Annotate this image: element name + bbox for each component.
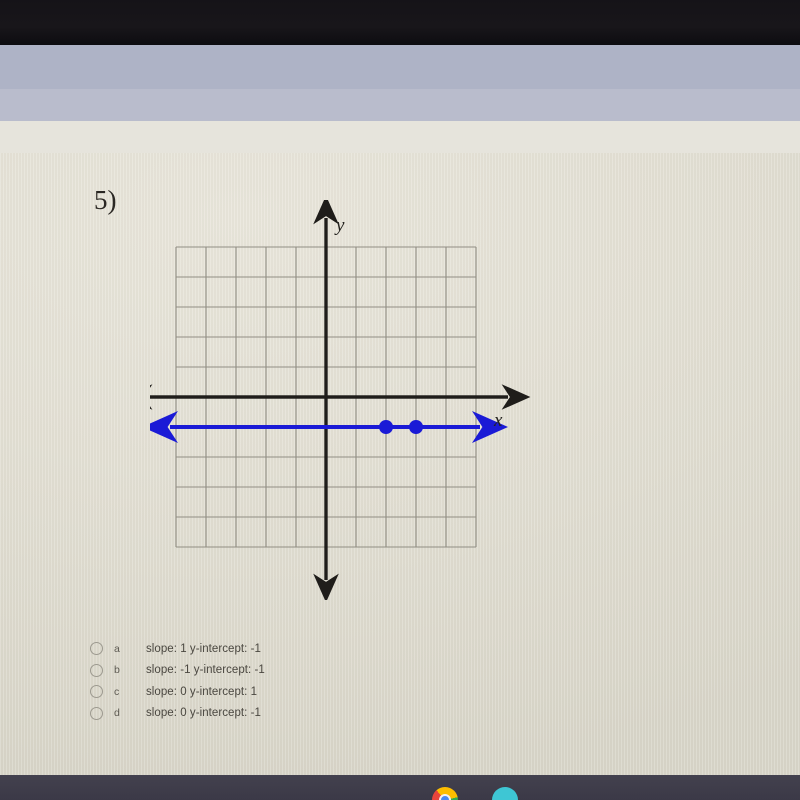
choice-letter: a: [114, 642, 120, 655]
answer-choice-b[interactable]: b slope: -1 y-intercept: -1: [90, 660, 490, 682]
x-axis-label: x: [494, 410, 503, 431]
data-point: [409, 420, 423, 434]
answer-choice-d[interactable]: d slope: 0 y-intercept: -1: [90, 703, 490, 725]
choice-text: slope: 0 y-intercept: -1: [146, 707, 261, 720]
radio-button-c[interactable]: [90, 685, 103, 699]
radio-button-b[interactable]: [90, 663, 103, 677]
choice-text: slope: 0 y-intercept: 1: [146, 685, 258, 698]
choice-text: slope: -1 y-intercept: -1: [146, 664, 265, 677]
answer-choice-a[interactable]: a slope: 1 y-intercept: -1: [90, 638, 490, 660]
question-number: 5): [94, 185, 117, 215]
choice-letter: d: [114, 707, 120, 720]
choice-letter: b: [114, 664, 120, 677]
screenshot-root: ✕ + ology.com/assignment/3421093443/asse…: [0, 0, 800, 800]
bookmarks-bar: Grade 7 - Open Up... ms b thingy tab M M…: [0, 121, 800, 266]
choice-letter: c: [114, 685, 120, 698]
choice-text: slope: 1 y-intercept: -1: [146, 642, 261, 655]
data-point: [379, 420, 393, 434]
coordinate-graph: [150, 200, 531, 600]
taskbar: [0, 775, 800, 800]
answer-choice-c[interactable]: c slope: 0 y-intercept: 1: [90, 681, 490, 703]
monitor-bezel-top: [0, 0, 800, 45]
browser-tab-strip: ✕ +: [0, 45, 800, 134]
radio-button-a[interactable]: [90, 642, 103, 656]
omnibox-row: ology.com/assignment/3421093443/assessme…: [0, 89, 800, 204]
answer-choices: a slope: 1 y-intercept: -1 b slope: -1 y…: [90, 638, 490, 724]
radio-button-d[interactable]: [90, 706, 103, 720]
y-axis-label: y: [336, 215, 345, 236]
